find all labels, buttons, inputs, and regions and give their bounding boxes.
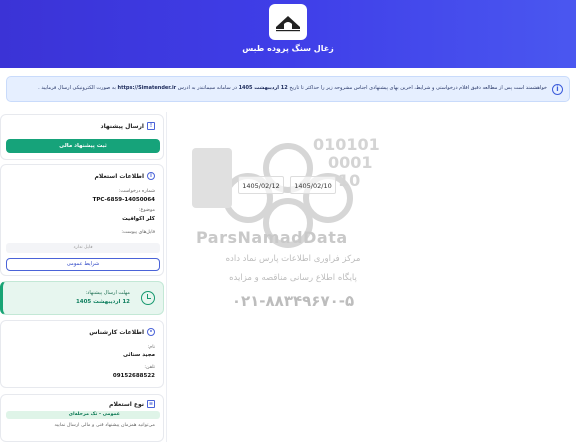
column-divider bbox=[166, 112, 167, 442]
inquiry-info-title-text: اطلاعات استعلام bbox=[94, 172, 144, 180]
expert-phone-label: تلفن: bbox=[144, 365, 155, 370]
info-icon: i bbox=[147, 172, 155, 180]
notice-deadline: 12 اردیبهشت 1405 bbox=[238, 85, 288, 91]
notice-banner: i خواهشمند است پس از مطالعه دقیق اقلام د… bbox=[6, 76, 570, 102]
notice-suffix: به صورت الکترونیکی ارسال فرمایید . bbox=[38, 85, 116, 91]
watermark-date-2: 1405/02/10 bbox=[290, 176, 336, 194]
deadline-label: مهلت ارسال پیشنهاد: bbox=[85, 290, 131, 296]
info-icon: i bbox=[552, 84, 563, 95]
attachments-label: فایل‌های پیوست: bbox=[121, 230, 155, 235]
no-file-box: فایل ندارد bbox=[6, 243, 160, 253]
expert-info-card: • اطلاعات کارشناس نام: مجید سنائی تلفن: … bbox=[0, 320, 164, 388]
expert-name: مجید سنائی bbox=[122, 352, 155, 358]
submit-financial-offer-label: ثبت پیشنهاد مالی bbox=[59, 143, 107, 149]
watermark-brand: ParsNamadData bbox=[196, 228, 348, 247]
notice-prefix: خواهشمند است پس از مطالعه دقیق اقلام درخ… bbox=[289, 85, 547, 91]
watermark-line-1: مرکز فراوری اطلاعات پارس نماد داده bbox=[225, 254, 361, 264]
inquiry-type-title: ≡ نوع استعلام bbox=[109, 400, 155, 408]
clock-icon bbox=[141, 291, 155, 305]
expert-info-title: • اطلاعات کارشناس bbox=[89, 328, 155, 336]
page-header: زغال سنگ پروده طبس bbox=[0, 0, 576, 68]
company-logo bbox=[269, 4, 307, 40]
svg-text:10: 10 bbox=[338, 171, 360, 190]
expert-name-label: نام: bbox=[147, 345, 155, 350]
send-offer-title-text: ارسال پیشنهاد bbox=[100, 122, 144, 130]
warning-icon: ! bbox=[147, 122, 155, 130]
send-offer-card: ! ارسال پیشنهاد ثبت پیشنهاد مالی bbox=[0, 114, 164, 160]
subject-value: کلر اکوافیت bbox=[122, 216, 155, 222]
user-icon: • bbox=[147, 328, 155, 336]
watermark-line-2: پایگاه اطلاع رسانی مناقصه و مزایده bbox=[229, 273, 357, 283]
send-offer-title: ! ارسال پیشنهاد bbox=[100, 122, 155, 130]
svg-text:010101: 010101 bbox=[313, 135, 380, 154]
watermark-date-1: 1405/02/12 bbox=[238, 176, 284, 194]
inquiry-type-card: ≡ نوع استعلام عمومی - تک مرحله‌ای می‌توا… bbox=[0, 394, 164, 442]
general-terms-label: شرایط عمومی bbox=[66, 261, 100, 267]
watermark-dates: 1405/02/12 1405/02/10 bbox=[238, 176, 336, 194]
deadline-value: 12 اردیبهشت 1405 bbox=[75, 299, 130, 305]
page-title: زغال سنگ پروده طبس bbox=[242, 44, 334, 53]
list-icon: ≡ bbox=[147, 400, 155, 408]
notice-middle: در سامانه سیماتندر به آدرس bbox=[177, 85, 237, 91]
inquiry-type-badge: عمومی - تک مرحله‌ای bbox=[6, 411, 160, 419]
inquiry-info-title: i اطلاعات استعلام bbox=[95, 172, 155, 180]
request-number: TPC-6859-14050064 bbox=[92, 197, 155, 203]
submit-financial-offer-button[interactable]: ثبت پیشنهاد مالی bbox=[6, 139, 160, 153]
inquiry-info-card: i اطلاعات استعلام شماره درخواست: TPC-685… bbox=[0, 164, 164, 276]
deadline-card: مهلت ارسال پیشنهاد: 12 اردیبهشت 1405 bbox=[0, 281, 164, 315]
general-terms-button[interactable]: شرایط عمومی bbox=[6, 258, 160, 271]
notice-url[interactable]: https://Simatender.ir bbox=[118, 85, 177, 91]
inquiry-type-note: می‌توانید همزمان پیشنهاد فنی و مالی ارسا… bbox=[54, 423, 155, 428]
inquiry-type-title-text: نوع استعلام bbox=[109, 400, 144, 408]
subject-label: موضوع: bbox=[138, 208, 155, 213]
svg-text:0001: 0001 bbox=[328, 153, 373, 172]
notice-text: خواهشمند است پس از مطالعه دقیق اقلام درخ… bbox=[27, 85, 547, 91]
request-number-label: شماره درخواست: bbox=[118, 189, 155, 194]
expert-phone: 09152688522 bbox=[112, 373, 155, 379]
expert-info-title-text: اطلاعات کارشناس bbox=[89, 328, 144, 336]
watermark-phone: ۰۲۱-۸۸۳۴۹۶۷۰-۵ bbox=[231, 292, 355, 310]
